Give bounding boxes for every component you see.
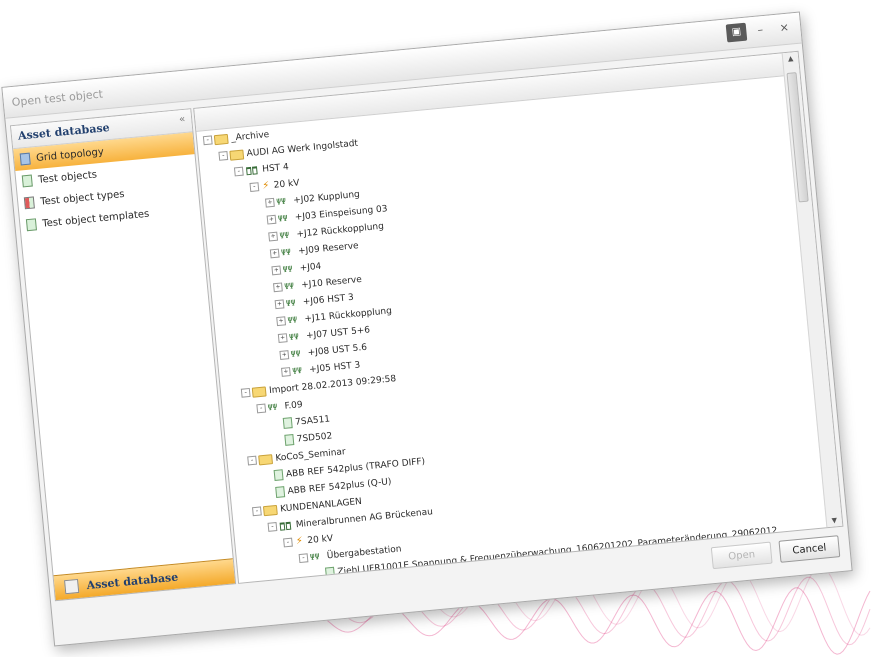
open-button[interactable]: Open (710, 541, 773, 570)
device-icon (282, 417, 293, 429)
database-icon (64, 578, 80, 595)
station-icon (245, 165, 260, 176)
scroll-down-icon[interactable]: ▼ (826, 516, 842, 525)
expand-icon[interactable]: + (279, 350, 290, 360)
expand-icon[interactable]: + (276, 316, 287, 327)
tree-row-label: 7SD502 (296, 430, 333, 445)
asset-database-footer-button[interactable]: Asset database (53, 558, 236, 601)
voltage-level-icon: ⚡ (261, 179, 270, 192)
bay-icon: ΨΨ (267, 401, 278, 412)
bay-icon: ΨΨ (291, 365, 303, 376)
device-icon (325, 566, 336, 579)
device-icon (284, 434, 295, 446)
expand-icon[interactable]: + (271, 265, 282, 276)
folder-icon (251, 385, 267, 398)
open-test-object-dialog: Open test object ▣ – × Asset database « … (1, 11, 853, 647)
test-object-template-icon (25, 218, 37, 232)
test-object-icon (21, 174, 33, 188)
collapse-icon[interactable]: - (247, 455, 258, 466)
asset-nav-list: Grid topology Test objects Test object typ… (13, 132, 200, 237)
tree-row-label: 20 kV (273, 177, 300, 191)
grid-icon (19, 152, 31, 166)
device-icon (275, 486, 286, 498)
collapse-icon[interactable]: - (249, 182, 260, 193)
collapse-icon[interactable]: - (267, 522, 278, 532)
test-object-type-icon (23, 196, 35, 210)
maximize-icon[interactable]: ▣ (725, 22, 748, 43)
bay-icon: ΨΨ (288, 331, 300, 342)
close-icon[interactable]: × (773, 18, 795, 38)
nav-item-label: Grid topology (35, 146, 105, 164)
collapse-icon[interactable]: - (256, 403, 267, 414)
tree-connector (264, 488, 274, 498)
tree-connector (263, 471, 273, 481)
bay-icon: ΨΨ (283, 280, 295, 291)
expand-icon[interactable]: + (266, 214, 277, 225)
collapse-panel-icon[interactable]: « (179, 114, 186, 126)
bay-icon: ΨΨ (277, 213, 288, 224)
collapse-icon[interactable]: - (218, 150, 229, 161)
bay-icon: ΨΨ (290, 348, 301, 359)
collapse-icon[interactable]: - (233, 166, 244, 177)
tree-row-label: +J06 HST 3 (302, 292, 355, 308)
expand-icon[interactable]: + (268, 231, 279, 242)
tree-connector (272, 419, 282, 429)
bay-icon: ΨΨ (287, 314, 298, 325)
expand-icon[interactable]: + (269, 248, 280, 259)
tree-row-label: +J04 (299, 261, 322, 274)
collapse-icon[interactable]: - (240, 387, 251, 398)
bay-icon: ΨΨ (282, 263, 293, 274)
grid-topology-tree-panel: - _Archive - AUDI AG Werk Ingolstadt - HST 4-… (193, 50, 844, 584)
device-icon (273, 469, 284, 482)
window-controls: ▣ – × (725, 18, 795, 43)
folder-icon (258, 453, 273, 465)
cancel-button[interactable]: Cancel (778, 535, 841, 563)
tree-row-label: 20 kV (306, 533, 334, 546)
tree-connector (314, 569, 324, 579)
window-title: Open test object (11, 87, 104, 110)
tree-row-label: 7SA511 (294, 414, 331, 428)
nav-item-label: Test object templates (41, 208, 150, 230)
tree-row-label: HST 4 (261, 161, 290, 175)
tree-row-label: F.09 (284, 399, 304, 412)
bay-icon: ΨΨ (285, 297, 296, 308)
bay-icon: ΨΨ (275, 196, 287, 207)
tree-row-label: +J08 UST 5.6 (307, 342, 368, 358)
bay-icon: ΨΨ (280, 246, 292, 257)
folder-icon (229, 148, 245, 161)
voltage-level-icon: ⚡ (295, 535, 304, 547)
expand-icon[interactable]: + (273, 282, 283, 293)
tree-row-label: +J05 HST 3 (308, 359, 361, 375)
dialog-buttons: Open Cancel (710, 535, 841, 570)
collapse-icon[interactable]: - (251, 506, 262, 517)
folder-icon (262, 504, 278, 516)
expand-icon[interactable]: + (274, 299, 285, 310)
station-icon (278, 520, 293, 531)
footer-label: Asset database (85, 570, 179, 592)
expand-icon[interactable]: + (265, 197, 275, 208)
collapse-icon[interactable]: - (202, 135, 213, 146)
asset-database-title: Asset database (17, 121, 111, 143)
bay-icon: ΨΨ (309, 551, 320, 562)
nav-item-label: Test objects (37, 168, 98, 186)
tree-connector (273, 436, 283, 446)
collapse-icon[interactable]: - (283, 537, 293, 548)
folder-icon (213, 133, 229, 145)
grid-topology-tree: - _Archive - AUDI AG Werk Ingolstadt - HST 4-… (197, 77, 827, 583)
bay-icon: ΨΨ (279, 230, 290, 240)
scroll-up-icon[interactable]: ▲ (783, 54, 799, 63)
nav-item-label: Test object types (39, 188, 125, 208)
expand-icon[interactable]: + (281, 367, 291, 377)
minimize-icon[interactable]: – (750, 20, 772, 40)
expand-icon[interactable]: + (277, 333, 288, 344)
tree-row-label: _Archive (230, 129, 270, 144)
collapse-icon[interactable]: - (298, 553, 309, 564)
